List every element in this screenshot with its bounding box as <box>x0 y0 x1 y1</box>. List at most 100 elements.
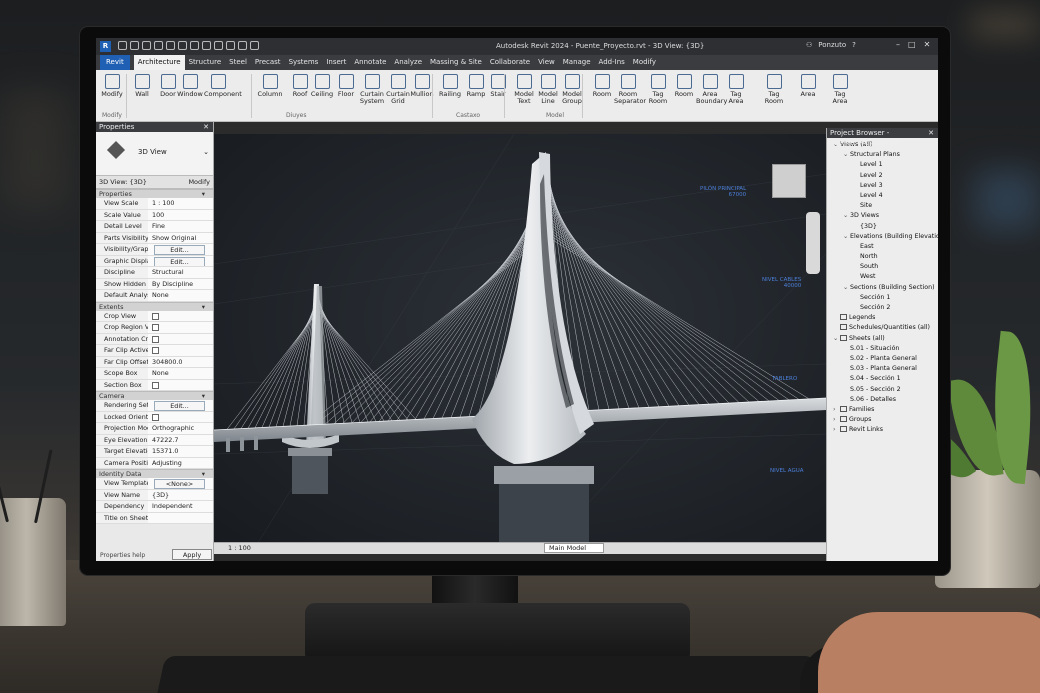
expand-toggle-icon[interactable]: ⌄ <box>843 232 850 242</box>
browser-node[interactable]: Level 1 <box>827 160 938 170</box>
property-value[interactable]: 1 : 100 <box>148 198 213 209</box>
minimize-icon[interactable]: – <box>896 40 900 49</box>
property-button-cell[interactable]: Edit... <box>148 400 213 411</box>
ribbon-button-area[interactable]: Area <box>794 74 822 98</box>
edit-button[interactable]: Edit... <box>154 401 205 411</box>
maximize-icon[interactable]: □ <box>908 40 916 49</box>
properties-section-header[interactable]: Camera ▾ <box>96 391 213 400</box>
tab-manage[interactable]: Manage <box>559 55 595 70</box>
property-button-cell[interactable]: <None> <box>148 478 213 489</box>
expand-toggle-icon[interactable]: › <box>833 425 840 435</box>
ribbon-button-window[interactable]: Window <box>176 74 204 98</box>
browser-node[interactable]: Level 4 <box>827 191 938 201</box>
checkbox[interactable] <box>152 335 159 343</box>
edit-type-button[interactable]: Modify <box>188 176 210 189</box>
browser-node[interactable]: Site <box>827 201 938 211</box>
tab-analyze[interactable]: Analyze <box>390 55 426 70</box>
expand-toggle-icon[interactable]: ⌄ <box>843 283 850 293</box>
browser-node[interactable]: ⌄ Sheets (all) <box>827 334 938 344</box>
navigation-bar[interactable] <box>806 212 820 274</box>
save-icon[interactable] <box>130 41 139 50</box>
ribbon-button-room[interactable]: Room <box>588 74 616 98</box>
tab-annotate[interactable]: Annotate <box>350 55 390 70</box>
browser-node[interactable]: South <box>827 262 938 272</box>
browser-node[interactable]: ⌄ Elevations (Building Elevation) <box>827 232 938 242</box>
property-value[interactable]: {3D} <box>148 489 213 500</box>
browser-node[interactable]: East <box>827 242 938 252</box>
tab-collaborate[interactable]: Collaborate <box>486 55 534 70</box>
print-icon[interactable] <box>178 41 187 50</box>
chevron-down-icon[interactable]: ▾ <box>202 303 205 312</box>
undo-icon[interactable] <box>154 41 163 50</box>
expand-toggle-icon[interactable]: ⌄ <box>843 150 850 160</box>
tab-structure[interactable]: Structure <box>185 55 226 70</box>
edit-button[interactable]: <None> <box>154 479 205 489</box>
ribbon-button-floor[interactable]: Floor <box>332 74 360 98</box>
property-value[interactable]: 47222.7 <box>148 434 213 445</box>
browser-node[interactable]: ⌄ 3D Views <box>827 211 938 221</box>
property-checkbox[interactable] <box>148 411 213 422</box>
property-value[interactable]: Orthographic <box>148 423 213 434</box>
checkbox[interactable] <box>152 312 159 320</box>
property-value[interactable]: None <box>148 290 213 301</box>
browser-node[interactable]: West <box>827 272 938 282</box>
tab-revit[interactable]: Revit <box>100 55 130 70</box>
ribbon-button-component[interactable]: Component <box>204 74 242 98</box>
tab-modify[interactable]: Modify <box>629 55 660 70</box>
property-value[interactable] <box>148 512 213 523</box>
property-value[interactable]: 304800.0 <box>148 356 213 367</box>
property-button-cell[interactable]: Edit... <box>148 255 213 266</box>
chevron-down-icon[interactable]: ▾ <box>202 392 205 401</box>
apply-button[interactable]: Apply <box>172 549 212 560</box>
properties-section-header[interactable]: Identity Data ▾ <box>96 469 213 478</box>
browser-node[interactable]: › Revit Links <box>827 425 938 435</box>
browser-node[interactable]: Schedules/Quantities (all) <box>827 323 938 333</box>
section-icon[interactable] <box>250 41 259 50</box>
browser-node[interactable]: Sección 2 <box>827 303 938 313</box>
property-value[interactable]: 100 <box>148 209 213 220</box>
browser-node[interactable]: Legends <box>827 313 938 323</box>
user-name[interactable]: Ponzuto <box>818 41 846 49</box>
tab-massing-site[interactable]: Massing & Site <box>426 55 486 70</box>
browser-node[interactable]: Level 3 <box>827 181 938 191</box>
ribbon-button-tag-area[interactable]: Tag Area <box>826 74 854 105</box>
browser-node[interactable]: S.01 - Situación <box>827 344 938 354</box>
chevron-down-icon[interactable]: ▾ <box>202 470 205 479</box>
expand-toggle-icon[interactable]: ⌄ <box>843 211 850 221</box>
tab-add-ins[interactable]: Add-Ins <box>595 55 629 70</box>
tab-architecture[interactable]: Architecture <box>133 55 185 70</box>
property-value[interactable]: 15371.0 <box>148 446 213 457</box>
tab-systems[interactable]: Systems <box>285 55 323 70</box>
ribbon-button-column[interactable]: Column <box>256 74 284 98</box>
ribbon-button-wall[interactable]: Wall <box>128 74 156 98</box>
browser-node[interactable]: › Groups <box>827 415 938 425</box>
ribbon-button-modify[interactable]: Modify <box>98 74 126 98</box>
tab-steel[interactable]: Steel <box>225 55 251 70</box>
revit-logo[interactable]: R <box>100 41 111 52</box>
instance-selector[interactable]: 3D View: {3D} Modify <box>96 176 213 189</box>
ribbon-button-tag-room[interactable]: Tag Room <box>760 74 788 105</box>
ribbon-button-area-boundary[interactable]: Area Boundary <box>696 74 727 105</box>
properties-section-header[interactable]: Properties ▾ <box>96 189 213 198</box>
browser-node[interactable]: ⌄ Sections (Building Section) <box>827 283 938 293</box>
text-icon[interactable] <box>226 41 235 50</box>
property-value[interactable]: Independent <box>148 501 213 512</box>
checkbox[interactable] <box>152 347 159 354</box>
property-button-cell[interactable]: Edit... <box>148 244 213 255</box>
ribbon-button-room[interactable]: Room <box>670 74 698 98</box>
property-checkbox[interactable] <box>148 345 213 356</box>
ribbon-button-curtain-system[interactable]: Curtain System <box>358 74 386 105</box>
user-icon[interactable]: ⚇ <box>806 41 812 49</box>
model-selector[interactable]: Main Model <box>544 543 604 553</box>
ribbon-button-tag-room[interactable]: Tag Room <box>644 74 672 105</box>
3d-view-icon[interactable] <box>238 41 247 50</box>
browser-node[interactable]: S.05 - Sección 2 <box>827 385 938 395</box>
tab-view[interactable]: View <box>534 55 559 70</box>
close-icon[interactable]: ✕ <box>924 40 931 49</box>
properties-section-header[interactable]: Extents ▾ <box>96 301 213 312</box>
browser-node[interactable]: {3D} <box>827 222 938 232</box>
browser-node[interactable]: S.06 - Detalles <box>827 395 938 405</box>
checkbox[interactable] <box>152 413 159 421</box>
redo-icon[interactable] <box>166 41 175 50</box>
chevron-down-icon[interactable]: ▾ <box>202 190 205 199</box>
